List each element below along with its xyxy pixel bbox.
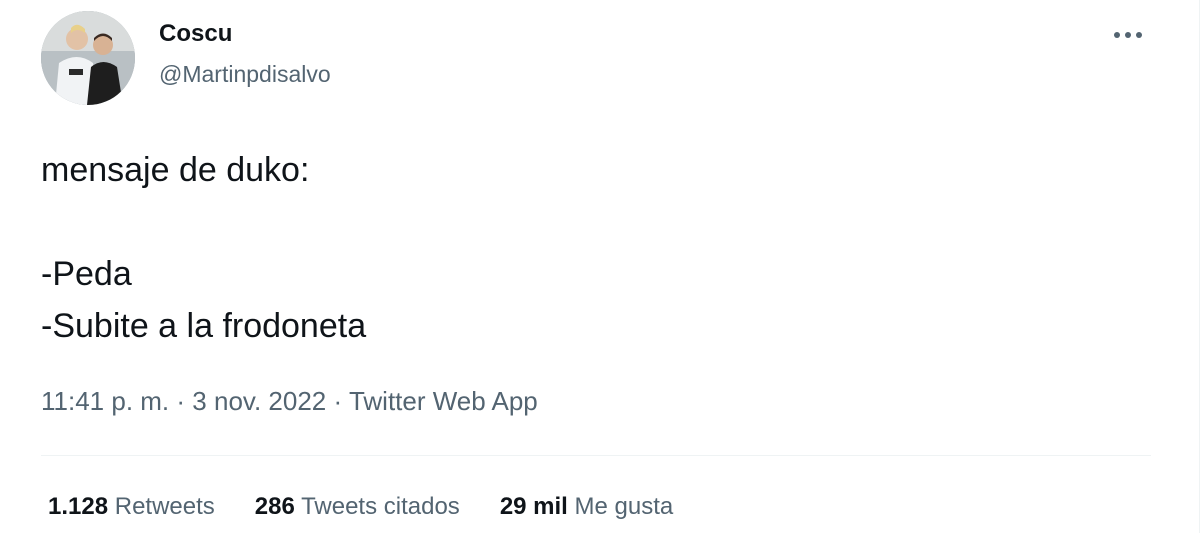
- meta-separator: ·: [176, 386, 186, 416]
- tweet-text: mensaje de duko: -Peda -Subite a la frod…: [41, 144, 1141, 352]
- author-avatar[interactable]: [41, 11, 135, 105]
- retweets-count: 1.128: [48, 493, 109, 520]
- quote-tweets-count: 286: [254, 493, 295, 520]
- likes-count: 29 mil: [499, 493, 568, 520]
- tweet-text-line: -Subite a la frodoneta: [41, 307, 367, 345]
- tweet-metadata: 11:41 p. m. · 3 nov. 2022 · Twitter Web …: [41, 386, 538, 417]
- more-options-button[interactable]: [1103, 17, 1153, 53]
- tweet-text-line: [41, 196, 1141, 248]
- meta-separator: ·: [333, 386, 343, 416]
- ellipsis-icon: [1114, 32, 1142, 38]
- likes-label: Me gusta: [574, 493, 674, 520]
- author-display-name[interactable]: Coscu: [159, 20, 232, 48]
- quote-tweets-stat[interactable]: 286 Tweets citados: [255, 493, 460, 521]
- retweets-label: Retweets: [114, 493, 215, 520]
- tweet-stats: 1.128 Retweets 286 Tweets citados 29 mil…: [48, 493, 673, 521]
- quote-tweets-label: Tweets citados: [301, 493, 460, 520]
- tweet-source[interactable]: Twitter Web App: [349, 386, 538, 416]
- tweet-text-line: -Peda: [41, 255, 132, 293]
- tweet-card: Coscu @Martinpdisalvo mensaje de duko: -…: [0, 0, 1200, 533]
- retweets-stat[interactable]: 1.128 Retweets: [48, 493, 215, 521]
- likes-stat[interactable]: 29 mil Me gusta: [500, 493, 673, 521]
- divider: [41, 455, 1151, 456]
- avatar-photo-icon: [41, 11, 135, 105]
- tweet-date[interactable]: 3 nov. 2022: [192, 386, 326, 416]
- author-handle[interactable]: @Martinpdisalvo: [159, 61, 331, 88]
- tweet-time[interactable]: 11:41 p. m.: [41, 386, 169, 416]
- tweet-text-line: mensaje de duko:: [41, 151, 310, 189]
